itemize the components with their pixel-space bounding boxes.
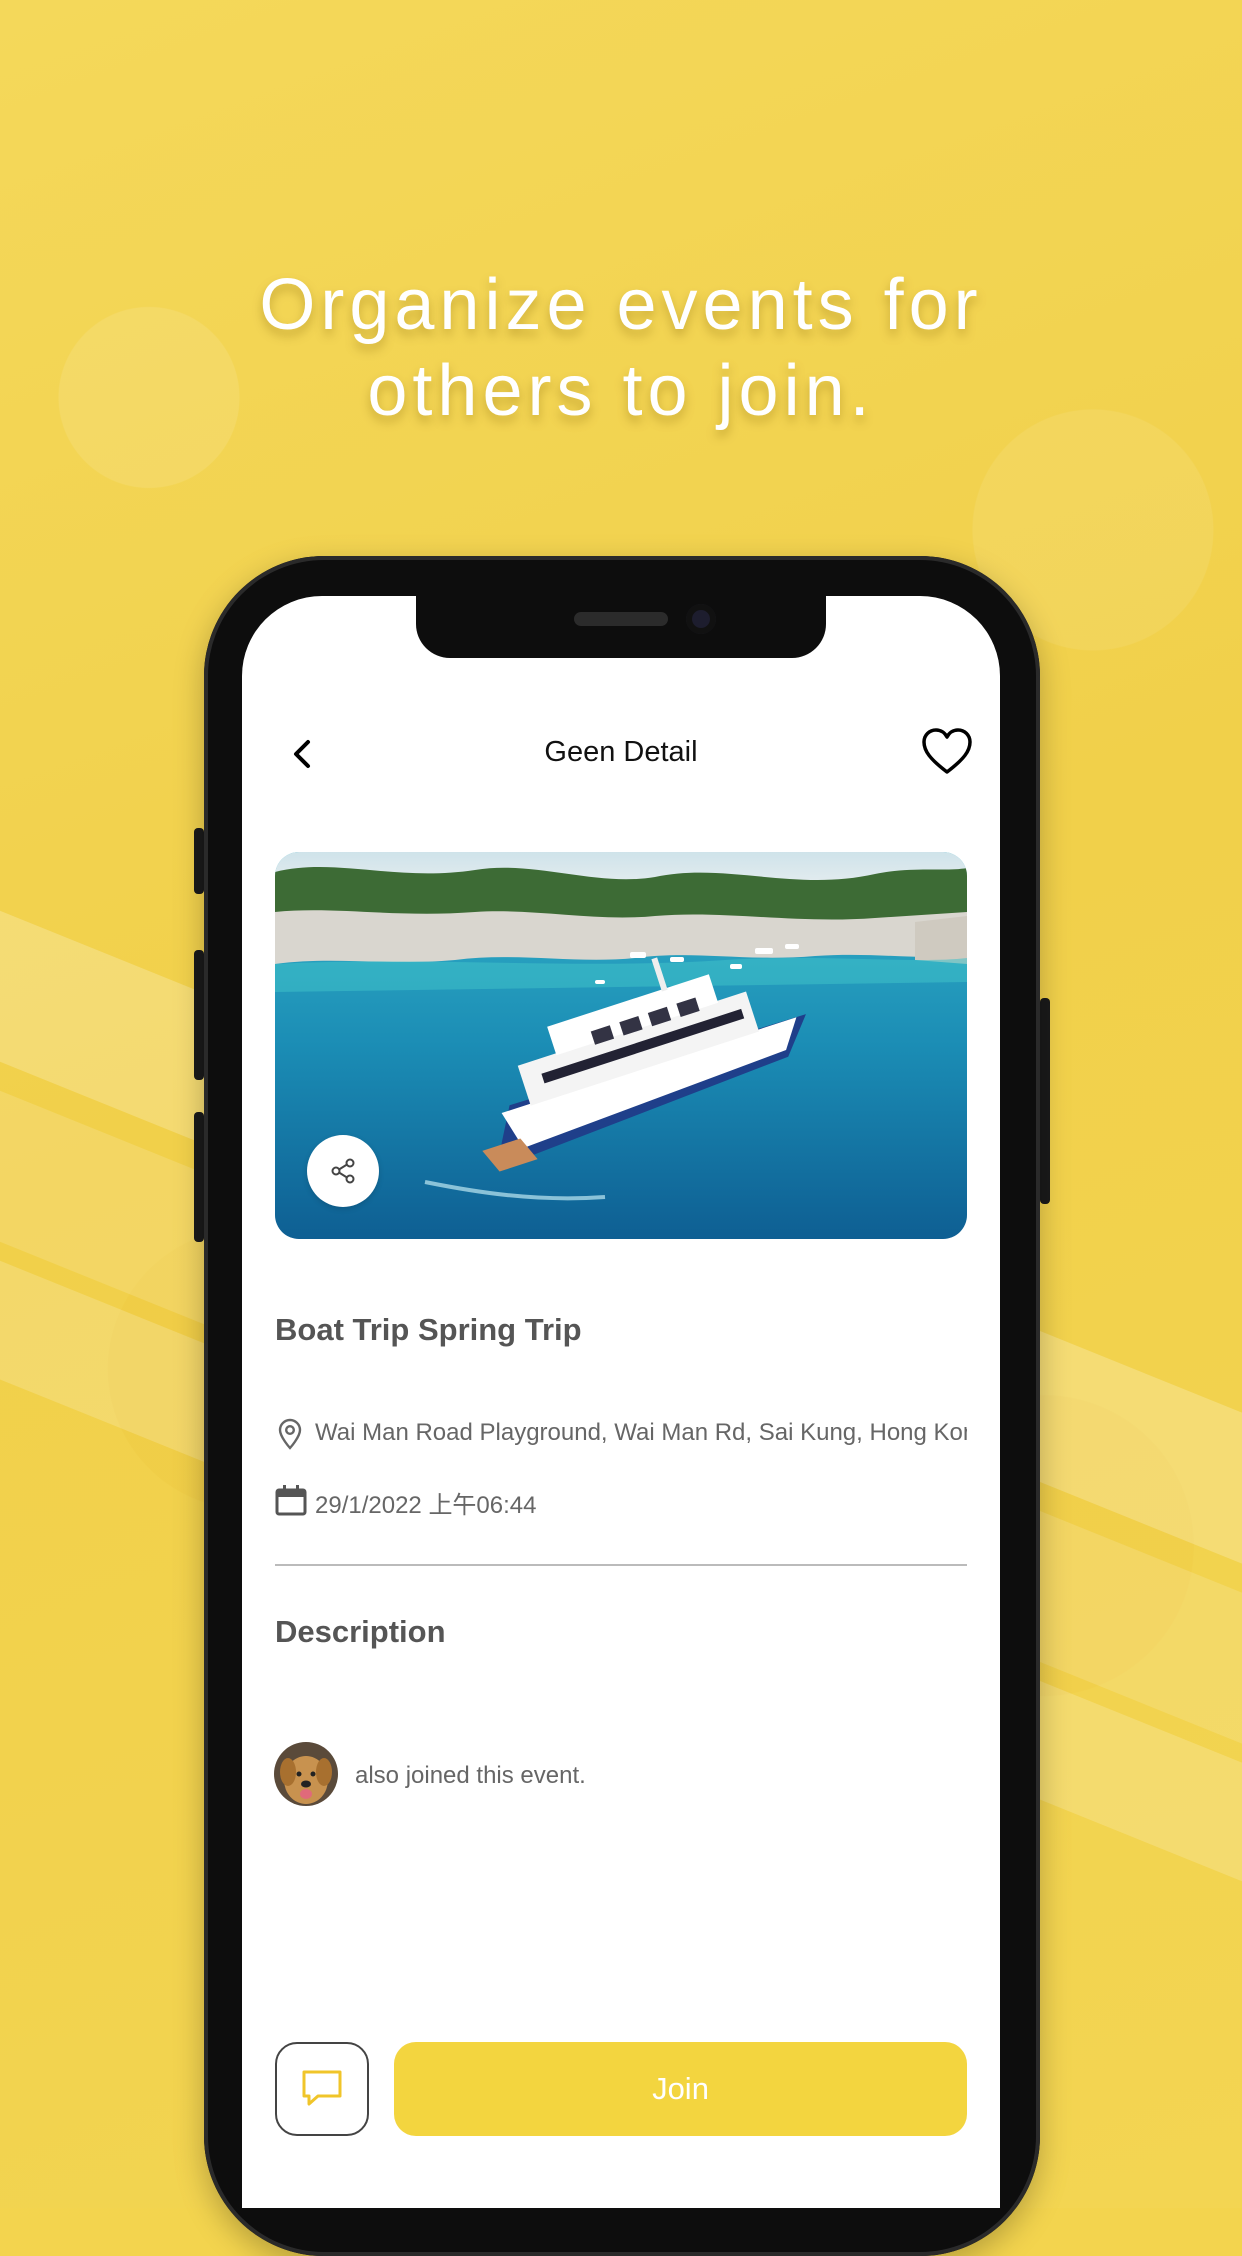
location-pin-icon [278,1418,302,1450]
phone-volume-down [194,1112,204,1242]
joined-text: also joined this event. [355,1762,586,1789]
chat-button[interactable] [275,2042,369,2136]
favorite-button[interactable] [920,726,974,778]
phone-notch [416,596,826,658]
phone-speaker [574,612,668,626]
event-location-row: Wai Man Road Playground, Wai Man Rd, Sai… [275,1416,967,1452]
heart-outline-icon [922,728,972,774]
calendar-icon [275,1485,307,1516]
phone-power-button [1040,998,1050,1204]
chat-bubble-icon [302,2070,342,2106]
event-date-row: 29/1/2022 上午06:44 [275,1482,967,1519]
boat-photo-illustration [275,852,967,1239]
promo-headline-line2: others to join. [367,351,875,431]
description-heading: Description [275,1614,446,1649]
phone-mute-switch [194,828,204,894]
event-title: Boat Trip Spring Trip [275,1312,582,1347]
phone-screen [242,596,1000,2208]
dog-avatar-illustration [274,1742,338,1806]
event-location: Wai Man Road Playground, Wai Man Rd, Sai… [315,1419,967,1446]
phone-camera [686,604,716,634]
join-button[interactable]: Join [394,2042,967,2136]
promo-headline: Organize events for others to join. [0,262,1242,434]
event-photo [275,852,967,1239]
share-icon [331,1158,355,1184]
top-bar: Geen Detail [242,720,1000,790]
section-divider [275,1564,967,1566]
page-title: Geen Detail [544,736,698,768]
share-button[interactable] [307,1135,379,1207]
phone-volume-up [194,950,204,1080]
avatar[interactable] [274,1742,338,1806]
event-date: 29/1/2022 上午06:44 [315,1492,537,1519]
promo-headline-line1: Organize events for [259,265,983,345]
